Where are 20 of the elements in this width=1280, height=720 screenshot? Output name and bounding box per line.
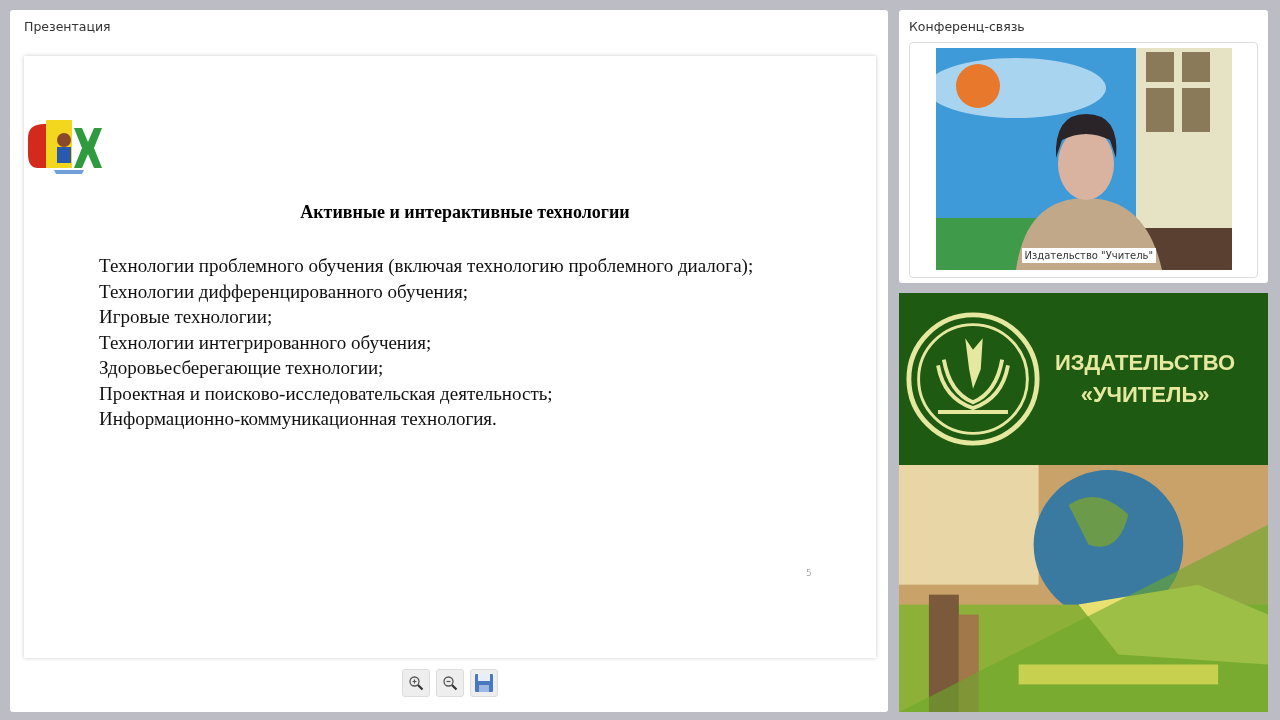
slide-text-line: Здоровьесберегающие технологии; <box>99 356 385 380</box>
book-emblem-icon <box>905 310 1041 447</box>
zoom-out-icon <box>442 675 458 691</box>
slide-text-line: Технологии проблемного обучения (включая технологию проблемного диалога); <box>99 254 755 278</box>
panel-title: Конференц-связь <box>909 18 1026 36</box>
slide-text-line: Технологии дифференцированного обучения; <box>99 279 469 304</box>
slide-text-line: Информационно-коммуникационная технология. <box>99 407 498 431</box>
panel-title: Презентация <box>24 18 112 36</box>
zoom-in-icon <box>408 675 424 691</box>
zoom-in-button[interactable] <box>402 669 430 697</box>
video-caption: Издательство "Учитель" <box>1021 248 1157 263</box>
slide-text-line: Технологии интегрированного обучения; <box>99 330 433 355</box>
slide-number: 5 <box>806 568 812 578</box>
slide-text-line: Игровые технологии; <box>99 305 274 329</box>
banner-text: ИЗДАТЕЛЬСТВО <box>1055 348 1236 377</box>
banner-text: «УЧИТЕЛЬ» <box>1080 380 1210 409</box>
slide-text-line: Проектная и поисково-исследовательская деятельность; <box>99 381 554 406</box>
slide-heading: Активные и интерактивные технологии <box>299 202 631 223</box>
save-button[interactable] <box>470 669 498 697</box>
zoom-out-button[interactable] <box>436 669 464 697</box>
